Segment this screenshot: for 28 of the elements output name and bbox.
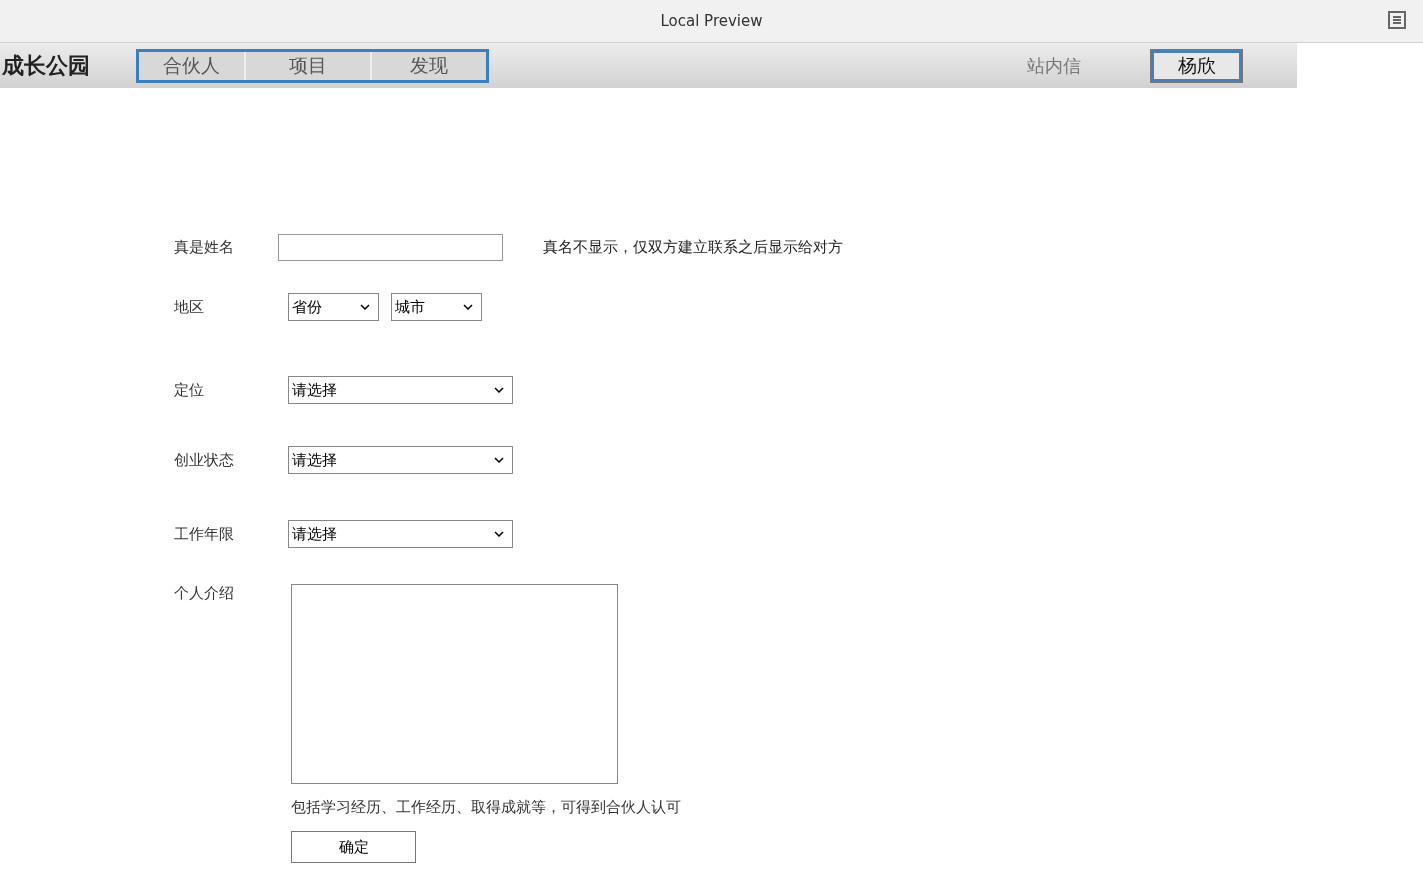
- input-field[interactable]: [278, 234, 503, 261]
- dropdown[interactable]: 请选择: [288, 376, 513, 404]
- chevron-down-icon: [494, 457, 504, 463]
- field-note: 真名不显示，仅双方建立联系之后显示给对方: [543, 238, 843, 257]
- field-label: 个人介绍: [174, 584, 235, 603]
- dropdown[interactable]: 城市: [391, 293, 482, 321]
- field-label: 定位: [174, 380, 205, 400]
- nav-tab[interactable]: 发现: [370, 51, 486, 80]
- textarea-field[interactable]: [291, 584, 618, 784]
- dropdown[interactable]: 请选择: [288, 520, 513, 548]
- field-label: 创业状态: [174, 450, 235, 470]
- site-logo: 成长公园: [1, 51, 91, 80]
- chevron-down-icon: [494, 387, 504, 393]
- nav-tab[interactable]: 项目: [243, 51, 371, 80]
- dropdown[interactable]: 请选择: [288, 446, 513, 474]
- field-label: 工作年限: [174, 524, 235, 544]
- dropdown[interactable]: 省份: [288, 293, 379, 321]
- field-hint: 包括学习经历、工作经历、取得成就等，可得到合伙人认可: [291, 798, 681, 817]
- chevron-down-icon: [360, 304, 370, 310]
- chevron-down-icon: [463, 304, 473, 310]
- chevron-down-icon: [494, 531, 504, 537]
- menu-icon[interactable]: [1388, 11, 1406, 29]
- field-label: 地区: [174, 297, 205, 317]
- window-title: Local Preview: [660, 12, 763, 30]
- nav-tab[interactable]: 合伙人: [139, 51, 244, 80]
- field-label: 真是姓名: [174, 238, 235, 257]
- user-button[interactable]: 杨欣: [1150, 48, 1243, 83]
- submit-button[interactable]: 确定: [291, 831, 416, 863]
